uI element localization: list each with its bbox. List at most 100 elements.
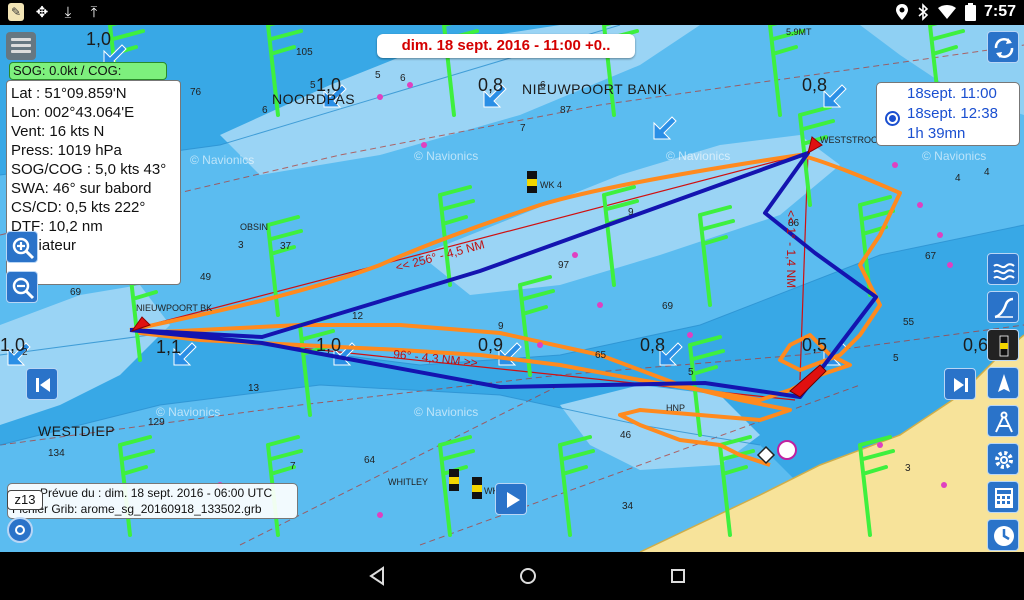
nautical-chart[interactable]: 5 76 105 6 5 6 7 87 6 9 97 69 37 3 49 69…: [0, 25, 1024, 552]
zoom-out-button[interactable]: [6, 271, 38, 303]
zoom-level-badge: z13: [7, 490, 43, 510]
duration: 1h 39mn: [907, 125, 966, 142]
current-value: 0,8: [640, 335, 666, 355]
depth-label: 97: [558, 260, 570, 271]
download-icon: ⤓: [64, 3, 72, 21]
sync-icon: ✥: [35, 3, 49, 21]
grib-file-text: Fichier Grib: arome_sg_20160918_133502.g…: [12, 502, 262, 516]
watermark: © Navionics: [922, 149, 987, 163]
buoy-button[interactable]: [987, 329, 1019, 361]
depth-label: 7: [520, 123, 526, 134]
place-name-whitley: WHITLEY: [388, 477, 429, 487]
depth-label: 69: [70, 287, 82, 298]
depth-label: 76: [190, 87, 202, 98]
zoom-out-icon: [12, 277, 35, 300]
location-icon: [895, 4, 908, 20]
app-icon: ✎: [8, 3, 24, 21]
zoom-in-button[interactable]: [6, 231, 38, 263]
previous-step-button[interactable]: [26, 368, 58, 400]
device-screen: ✎ ✥ ⤓ ⤒ 7:57 5 76 105 6 5 6 7 87 6 9 97 …: [0, 0, 1024, 600]
home-icon: [520, 568, 536, 584]
back-button[interactable]: [365, 564, 389, 588]
start-time: 18sept. 11:00: [907, 85, 997, 102]
settings-button[interactable]: [987, 443, 1019, 475]
longitude-text: Lon: 002°43.064'E: [11, 104, 135, 121]
compass-button[interactable]: [987, 405, 1019, 437]
depth-label: 105: [296, 47, 313, 58]
latitude-text: Lat : 51°09.859'N: [11, 85, 127, 102]
boat-button[interactable]: [987, 367, 1019, 399]
settings-icon: [995, 451, 1013, 469]
sog-cog-bar: SOG: 0.0kt / COG:: [9, 62, 167, 80]
calculator-button[interactable]: [987, 481, 1019, 513]
buoy-icon: [999, 335, 1009, 357]
place-name-5-9mt: 5.9MT: [786, 27, 812, 37]
depth-label: 34: [622, 501, 634, 512]
play-icon: [507, 492, 520, 508]
route-profile-button[interactable]: [987, 291, 1019, 323]
depth-label: 4: [955, 173, 961, 184]
depth-label: 5: [310, 80, 316, 91]
depth-label: 55: [903, 317, 915, 328]
current-text: CS/CD: 0,5 kts 222°: [11, 199, 146, 216]
pressure-text: Press: 1019 hPa: [11, 142, 122, 159]
depth-label: 12: [352, 311, 364, 322]
bluetooth-icon: [918, 3, 929, 21]
back-icon: [369, 566, 384, 586]
current-value: 0,6: [963, 335, 989, 355]
depth-label: 5: [893, 353, 899, 364]
depth-label: 46: [620, 430, 632, 441]
home-button[interactable]: [516, 564, 540, 588]
gps-center-button[interactable]: [7, 517, 33, 543]
current-value: 1,0: [316, 335, 342, 355]
menu-button[interactable]: [6, 32, 36, 60]
place-name-obsin: OBSIN: [240, 222, 269, 232]
depth-label: 67: [925, 251, 937, 262]
watermark: © Navionics: [190, 153, 255, 167]
depth-label: 134: [48, 448, 65, 459]
clock-time: 7:57: [983, 3, 1016, 20]
depth-label: 5: [375, 70, 381, 81]
boat-icon: [998, 374, 1010, 392]
marina-icon: [777, 440, 797, 460]
weather-sync-button[interactable]: [987, 31, 1019, 63]
depth-label: 7: [290, 461, 296, 472]
current-value: 1,1: [156, 337, 182, 357]
time-range-panel[interactable]: 18sept. 11:00 18sept. 12:38 1h 39mn: [876, 82, 1020, 146]
navigation-bar: [0, 552, 1024, 600]
calculator-icon: [995, 488, 1013, 508]
status-bar: ✎ ✥ ⤓ ⤒ 7:57: [0, 0, 1024, 25]
watermark: © Navionics: [666, 149, 731, 163]
depth-label: 13: [248, 383, 260, 394]
depth-label: 87: [560, 105, 572, 116]
depth-label: 9: [498, 321, 504, 332]
zoom-in-icon: [12, 237, 35, 260]
wifi-icon: [937, 5, 956, 19]
recents-button[interactable]: [666, 564, 690, 588]
place-name-westdiep: WESTDIEP: [38, 423, 116, 439]
current-value: 0,8: [478, 75, 504, 95]
time-radio[interactable]: [885, 111, 900, 126]
depth-label: 3: [905, 463, 911, 474]
depth-label: 4: [984, 167, 990, 178]
route-leg-label: << 1° - 1,4 NM: [784, 210, 798, 289]
place-name-nieuwpoort-bank: NIEUWPOORT BANK: [522, 81, 668, 97]
current-value: 0,8: [802, 75, 828, 95]
current-value: 0,5: [802, 335, 828, 355]
battery-icon: [964, 3, 976, 21]
forecast-date-banner[interactable]: dim. 18 sept. 2016 - 11:00 +0..: [377, 34, 635, 58]
depth-label: 5: [688, 367, 694, 378]
next-step-button[interactable]: [944, 368, 976, 400]
upload-icon: ⤒: [90, 3, 98, 21]
compass-icon: [995, 411, 1013, 433]
place-name-nieuwpoort-bk: NIEUWPOORT BK: [136, 303, 213, 313]
weather-layers-button[interactable]: [987, 253, 1019, 285]
current-value: 1,0: [86, 29, 112, 49]
sog-cog-text: SOG/COG : 5,0 kts 43°: [11, 161, 167, 178]
place-name-hnp: HNP: [666, 403, 686, 413]
depth-label: 9: [628, 207, 634, 218]
play-button[interactable]: [495, 483, 527, 515]
depth-label: 6: [262, 105, 268, 116]
clock-button[interactable]: [987, 519, 1019, 551]
depth-label: 6: [400, 73, 406, 84]
